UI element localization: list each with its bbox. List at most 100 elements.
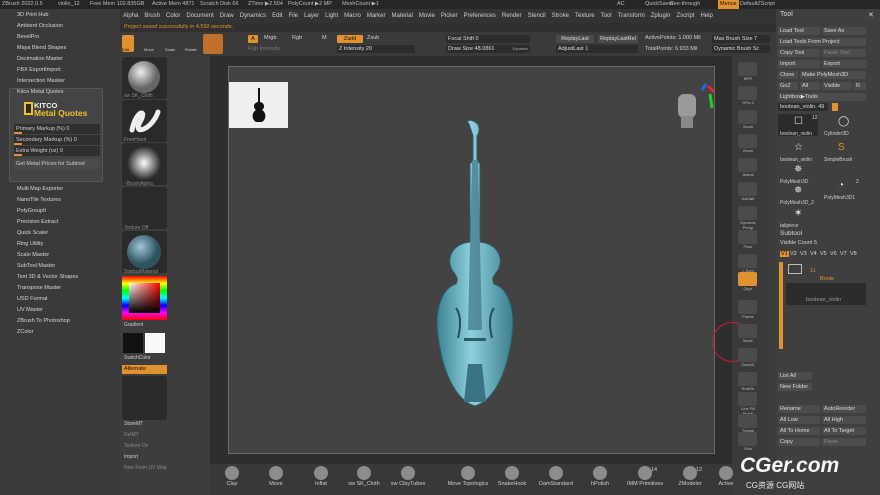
plugin-item[interactable]: Precision Extract xyxy=(17,219,58,225)
draw-size-slider[interactable]: Draw Size 48.0861 Dynamic xyxy=(446,45,530,53)
menu-item-macro[interactable]: Macro xyxy=(341,9,364,23)
list-all-button[interactable]: List All xyxy=(778,372,812,380)
visible-count-slider[interactable]: Visible Count 5 xyxy=(780,240,817,246)
zsub-toggle[interactable]: Zsub xyxy=(367,35,379,41)
plugin-item[interactable]: SubTool Master xyxy=(17,263,55,269)
bottom-brush-label[interactable]: DamStandard xyxy=(531,481,581,487)
right-shelf-button[interactable] xyxy=(738,182,757,196)
brush-icon[interactable] xyxy=(593,466,607,480)
secondary-color-swatch[interactable] xyxy=(145,333,165,353)
move-mode-button[interactable]: Move xyxy=(144,47,154,52)
plugin-item[interactable]: FBX ExportImport xyxy=(17,67,61,73)
import-tool-button[interactable]: Import xyxy=(778,60,820,68)
switch-color-button[interactable]: SwitchColor xyxy=(124,355,151,361)
store-mt-button[interactable]: StoreMT xyxy=(124,421,143,427)
alpha-selector[interactable] xyxy=(122,143,167,185)
menu-item-color[interactable]: Color xyxy=(163,9,183,23)
right-shelf-button[interactable] xyxy=(738,206,757,220)
subtool-scrollbar[interactable] xyxy=(779,262,783,349)
export-tool-button[interactable]: Export xyxy=(822,60,866,68)
brush-icon[interactable] xyxy=(461,466,475,480)
gizmo-head-icon[interactable] xyxy=(668,82,720,142)
mrgb-toggle[interactable]: Mrgb xyxy=(264,35,277,41)
menu-item-movie[interactable]: Movie xyxy=(416,9,438,23)
menu-item-preferences[interactable]: Preferences xyxy=(461,9,499,23)
bottom-brush-label[interactable]: sw ClayTubes xyxy=(383,481,433,487)
m-toggle[interactable]: M xyxy=(322,35,327,41)
menus-button[interactable]: Menus xyxy=(718,0,739,9)
menu-item-tool[interactable]: Tool xyxy=(598,9,615,23)
rgb-intensity-slider[interactable]: Rgb Intensity xyxy=(248,46,280,52)
subtool-tab-v6[interactable]: V6 xyxy=(830,251,837,257)
menu-item-edit[interactable]: Edit xyxy=(269,9,285,23)
paste-tool-button[interactable]: Paste Tool xyxy=(822,49,866,57)
plugin-item[interactable]: Decimation Master xyxy=(17,56,63,62)
menu-item-draw[interactable]: Draw xyxy=(217,9,237,23)
a-toggle[interactable]: A xyxy=(248,35,258,43)
plugin-item[interactable]: Scale Master xyxy=(17,252,49,258)
plugin-item[interactable]: Quick Scaler xyxy=(17,230,48,236)
right-shelf-button[interactable] xyxy=(738,110,757,124)
menu-item-alpha[interactable]: Alpha xyxy=(120,9,141,23)
extra-weight-slider[interactable]: Extra Weight (oz) 0 xyxy=(14,146,100,156)
goz-all-button[interactable]: All xyxy=(800,82,820,90)
menu-item-picker[interactable]: Picker xyxy=(438,9,461,23)
zadd-toggle[interactable]: Zadd xyxy=(337,35,363,43)
save-as-button[interactable]: Save As xyxy=(822,27,866,35)
plugin-item[interactable]: Transpose Master xyxy=(17,285,61,291)
menu-item-file[interactable]: File xyxy=(285,9,301,23)
scale-mode-button[interactable]: Scale xyxy=(165,47,175,52)
right-shelf-button[interactable] xyxy=(738,432,757,446)
navigator-thumbnail[interactable] xyxy=(229,82,288,128)
brush-icon[interactable] xyxy=(357,466,371,480)
clone-button[interactable]: Clone xyxy=(778,71,798,79)
adjust-last-slider[interactable]: AdjustLast 1 xyxy=(556,45,638,53)
plugin-item[interactable]: USD Format xyxy=(17,296,48,302)
bottom-brush-label[interactable]: Active xyxy=(701,481,751,487)
bottom-brush-label[interactable]: IMM Primitives xyxy=(620,481,670,487)
texture-selector[interactable] xyxy=(122,187,167,229)
copy-subtool-button[interactable]: Copy xyxy=(778,438,820,446)
dynamic-toggle[interactable]: Dynamic xyxy=(512,45,528,53)
bottom-brush-label[interactable]: sw SK_Cloth xyxy=(339,481,389,487)
plugin-item[interactable]: UV Master xyxy=(17,307,43,313)
menu-item-texture[interactable]: Texture xyxy=(572,9,598,23)
stroke-selector[interactable] xyxy=(122,100,167,142)
right-shelf-button[interactable] xyxy=(738,86,757,100)
menu-item-document[interactable]: Document xyxy=(183,9,216,23)
subtool-tab-v2[interactable]: V2 xyxy=(790,251,797,257)
subtool-tab-v3[interactable]: V3 xyxy=(800,251,807,257)
del-mt-button[interactable]: DelMT xyxy=(124,432,139,438)
subtool-tab-v7[interactable]: V7 xyxy=(840,251,847,257)
plugin-item[interactable]: Kitco Metal Quotes xyxy=(17,89,63,95)
import-button[interactable]: Import xyxy=(124,454,138,460)
all-to-target-button[interactable]: All To Target xyxy=(822,427,866,435)
all-low-button[interactable]: All Low xyxy=(778,416,820,424)
bottom-brush-label[interactable]: Clay xyxy=(207,481,257,487)
replay-last-rel-button[interactable]: ReplayLastRel xyxy=(598,35,638,43)
menu-item-stroke[interactable]: Stroke xyxy=(549,9,572,23)
right-shelf-button[interactable] xyxy=(738,300,757,314)
load-tools-from-project-button[interactable]: Load Tools From Project xyxy=(778,38,866,46)
subtool-header[interactable]: Subtool xyxy=(780,230,802,237)
goz-visible-button[interactable]: Visible xyxy=(822,82,852,90)
bottom-brush-label[interactable]: hPolish xyxy=(575,481,625,487)
plugin-item[interactable]: ZBrush To Photoshop xyxy=(17,318,70,324)
new-from-uv-map-button[interactable]: New From UV Map xyxy=(124,465,167,471)
bottom-brush-label[interactable]: SnakeHook xyxy=(487,481,537,487)
brush-icon[interactable] xyxy=(269,466,283,480)
all-high-button[interactable]: All High xyxy=(822,416,866,424)
menu-item-dynamics[interactable]: Dynamics xyxy=(237,9,269,23)
secondary-markup-slider[interactable]: Secondary Markup (%) 0 xyxy=(14,135,100,145)
replay-last-button[interactable]: ReplayLast xyxy=(556,35,594,43)
plugin-item[interactable]: ZColor xyxy=(17,329,34,335)
alternate-button[interactable]: Alternate xyxy=(122,365,167,374)
plugin-item[interactable]: Text 3D & Vector Shapes xyxy=(17,274,78,280)
menu-item-zscript[interactable]: Zscript xyxy=(673,9,697,23)
plugin-item[interactable]: Intersection Masker xyxy=(17,78,65,84)
right-shelf-button[interactable] xyxy=(738,230,757,244)
right-shelf-button[interactable] xyxy=(738,414,757,428)
make-polymesh3d-button[interactable]: Make PolyMesh3D xyxy=(800,71,866,79)
menu-item-brush[interactable]: Brush xyxy=(141,9,163,23)
brush-icon[interactable] xyxy=(225,466,239,480)
